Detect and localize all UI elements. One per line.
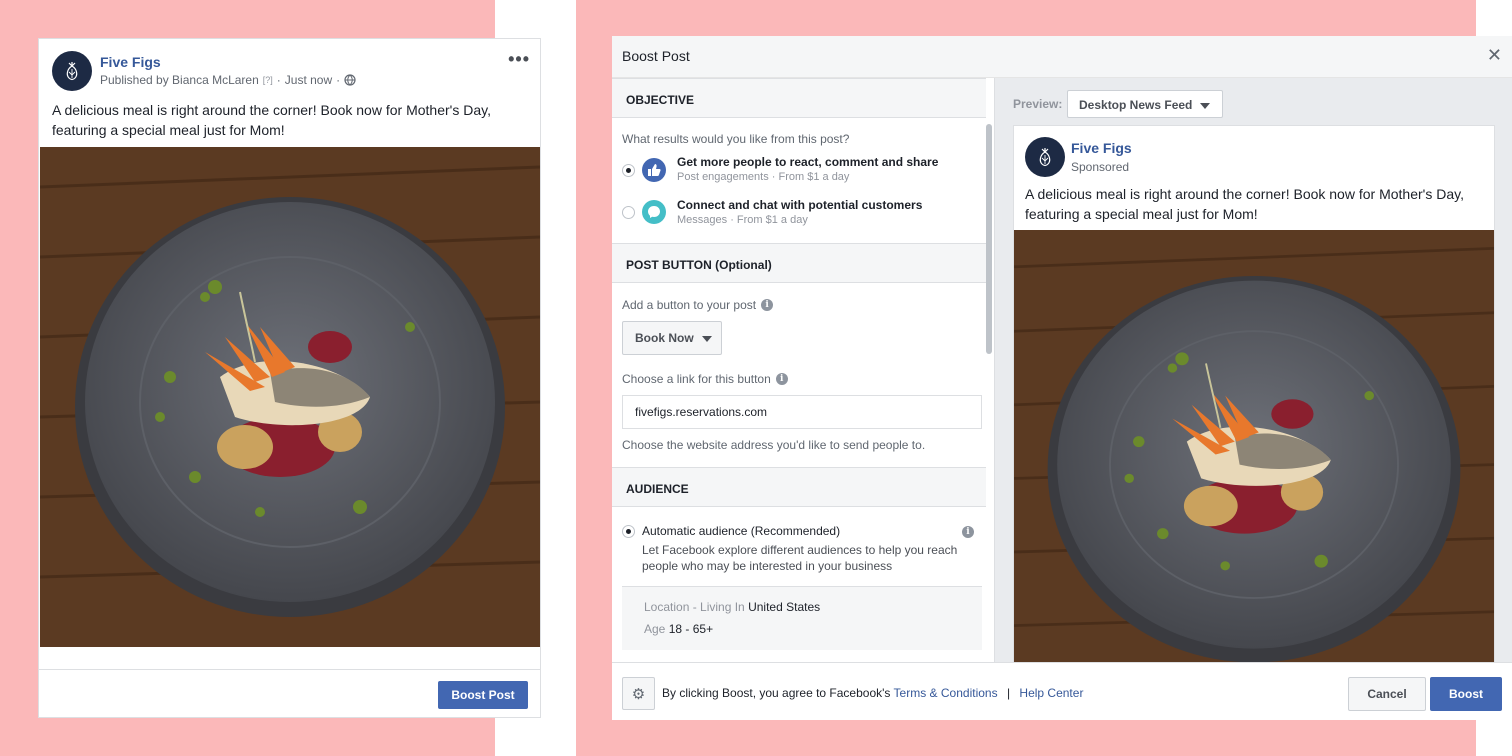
gear-icon[interactable]: ⚙ bbox=[622, 677, 655, 710]
objective-option-subtitle: Messages · From $1 a day bbox=[677, 214, 808, 226]
post-button-heading: POST BUTTON (Optional) bbox=[612, 243, 986, 283]
close-icon[interactable]: ✕ bbox=[1487, 45, 1502, 65]
objective-option-title[interactable]: Connect and chat with potential customer… bbox=[677, 198, 922, 212]
button-type-select[interactable]: Book Now bbox=[622, 321, 722, 355]
sponsored-label: Sponsored bbox=[1071, 160, 1130, 174]
info-icon[interactable]: i bbox=[962, 526, 974, 538]
info-icon[interactable]: i bbox=[775, 373, 788, 385]
food-photo[interactable] bbox=[40, 147, 540, 647]
link-label: Choose a link for this button i bbox=[622, 372, 788, 386]
help-mark[interactable]: [?] bbox=[263, 75, 273, 85]
post-meta: Published by Bianca McLaren [?] · Just n… bbox=[100, 73, 356, 87]
add-button-label-text: Add a button to your post bbox=[622, 298, 757, 312]
terms-notice: By clicking Boost, you agree to Facebook… bbox=[662, 686, 1083, 700]
placement-select[interactable]: Desktop News Feed bbox=[1067, 90, 1223, 118]
page-avatar[interactable] bbox=[52, 51, 92, 91]
dialog-footer: ⚙ By clicking Boost, you agree to Facebo… bbox=[612, 662, 1512, 720]
post-time[interactable]: Just now bbox=[285, 73, 332, 87]
caret-down-icon bbox=[701, 335, 712, 342]
audience-age: Age 18 - 65+ bbox=[644, 622, 714, 636]
plated-fish-image bbox=[1014, 230, 1494, 662]
audience-location: Location - Living In United States bbox=[644, 600, 821, 614]
thumbs-up-icon bbox=[642, 158, 666, 182]
objective-radio-engagement[interactable] bbox=[622, 164, 635, 177]
scrollbar[interactable] bbox=[986, 124, 992, 354]
settings-pane[interactable]: OBJECTIVE What results would you like fr… bbox=[612, 78, 994, 662]
button-type-value: Book Now bbox=[635, 331, 694, 345]
link-label-text: Choose a link for this button bbox=[622, 372, 771, 386]
preview-food-photo bbox=[1014, 230, 1494, 662]
audience-option-title[interactable]: Automatic audience (Recommended) bbox=[642, 524, 840, 538]
add-button-label: Add a button to your post i bbox=[622, 298, 774, 312]
boost-post-dialog: Boost Post ✕ OBJECTIVE What results woul… bbox=[612, 36, 1512, 720]
link-url-input[interactable] bbox=[622, 395, 982, 429]
messenger-icon bbox=[642, 200, 666, 224]
post-card: Five Figs Published by Bianca McLaren [?… bbox=[38, 38, 541, 718]
meta-separator: · bbox=[276, 73, 281, 87]
preview-label: Preview: bbox=[1013, 97, 1063, 111]
audience-heading: AUDIENCE bbox=[612, 467, 986, 507]
plated-fish-image bbox=[40, 147, 540, 647]
terms-link[interactable]: Terms & Conditions bbox=[894, 686, 998, 700]
fig-logo-icon bbox=[66, 62, 78, 81]
globe-icon bbox=[344, 74, 356, 86]
agree-text: By clicking Boost, you agree to Facebook… bbox=[662, 686, 891, 700]
meta-separator: · bbox=[336, 73, 341, 87]
objective-radio-messages[interactable] bbox=[622, 206, 635, 219]
audience-option-description: Let Facebook explore different audiences… bbox=[642, 543, 958, 573]
preview-page-name: Five Figs bbox=[1071, 140, 1132, 156]
boost-button[interactable]: Boost bbox=[1430, 677, 1502, 711]
objective-heading: OBJECTIVE bbox=[612, 78, 986, 118]
dialog-header: Boost Post ✕ bbox=[612, 36, 1512, 78]
placement-value: Desktop News Feed bbox=[1079, 98, 1193, 112]
caret-down-icon bbox=[1200, 102, 1211, 109]
published-by: Published by Bianca McLaren bbox=[100, 73, 259, 87]
post-text: A delicious meal is right around the cor… bbox=[52, 102, 491, 138]
audience-radio-automatic[interactable] bbox=[622, 525, 635, 538]
dialog-title: Boost Post bbox=[622, 48, 690, 64]
page-avatar bbox=[1025, 137, 1065, 177]
info-icon[interactable]: i bbox=[761, 299, 774, 311]
objective-option-subtitle: Post engagements · From $1 a day bbox=[677, 171, 850, 183]
preview-card: Five Figs Sponsored A delicious meal is … bbox=[1013, 125, 1495, 662]
audience-summary: Location - Living In United States Age 1… bbox=[622, 586, 982, 650]
preview-post-text: A delicious meal is right around the cor… bbox=[1025, 186, 1464, 222]
preview-pane: Preview: Desktop News Feed Five Figs Spo… bbox=[994, 78, 1512, 662]
help-center-link[interactable]: Help Center bbox=[1019, 686, 1083, 700]
cancel-button[interactable]: Cancel bbox=[1348, 677, 1426, 711]
footer-divider: | bbox=[1006, 686, 1011, 700]
fig-logo-icon bbox=[1039, 148, 1051, 167]
objective-option-title[interactable]: Get more people to react, comment and sh… bbox=[677, 155, 938, 169]
page-name-link[interactable]: Five Figs bbox=[100, 54, 161, 70]
link-help-text: Choose the website address you'd like to… bbox=[622, 438, 926, 452]
boost-post-button[interactable]: Boost Post bbox=[438, 681, 528, 709]
post-footer-divider bbox=[39, 669, 540, 670]
more-options-icon[interactable]: ••• bbox=[508, 50, 530, 68]
objective-question: What results would you like from this po… bbox=[622, 132, 850, 146]
